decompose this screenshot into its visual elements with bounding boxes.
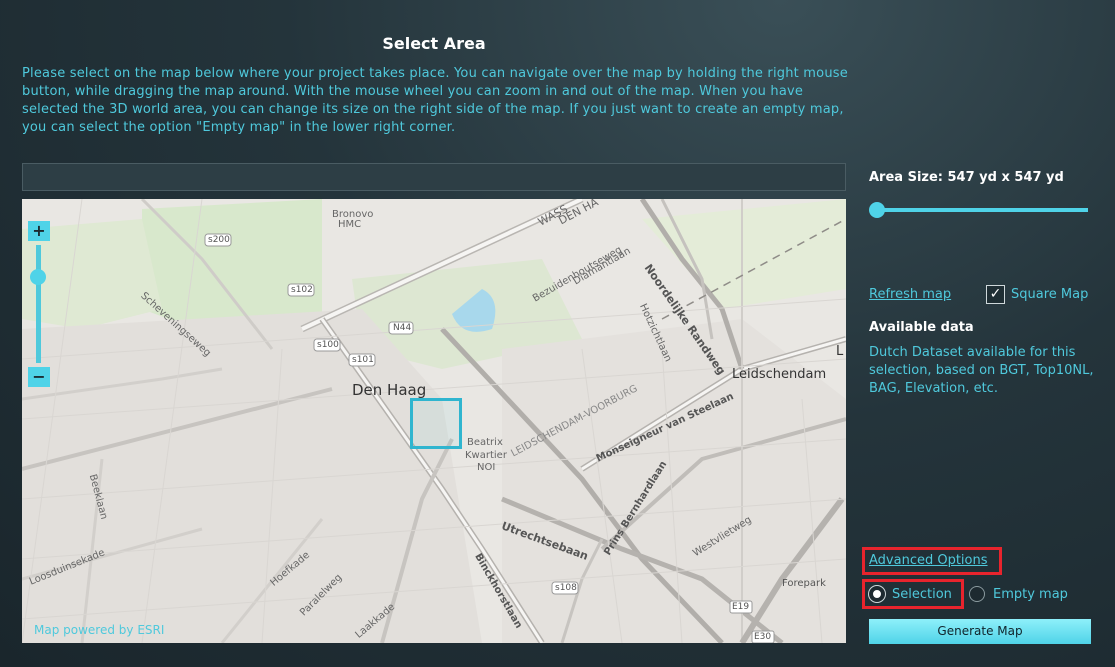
- road-shield: s102: [291, 285, 313, 295]
- empty-map-radio[interactable]: [969, 586, 985, 602]
- area-size-label: Area Size: 547 yd x 547 yd: [869, 170, 1064, 185]
- map-view[interactable]: s200 s102 N44 s100 s101 s108 E19 E30 HMC…: [22, 199, 846, 643]
- area-size-slider-track[interactable]: [876, 208, 1088, 212]
- road-shield: s108: [555, 583, 577, 593]
- map-attribution: Map powered by ESRI: [34, 623, 165, 637]
- selection-radio-label[interactable]: Selection: [892, 587, 952, 602]
- instructions-text: Please select on the map below where you…: [22, 66, 848, 135]
- available-data-title: Available data: [869, 320, 974, 335]
- page-title: Select Area: [382, 34, 486, 53]
- generate-map-button[interactable]: Generate Map: [869, 619, 1091, 644]
- selection-radio[interactable]: [869, 586, 885, 602]
- map-label: Bronovo: [332, 209, 374, 220]
- advanced-options-link[interactable]: Advanced Options: [869, 553, 988, 568]
- map-label: NOI: [477, 462, 496, 473]
- available-data-text: Dutch Dataset available for this selecti…: [869, 345, 1094, 396]
- zoom-slider-track[interactable]: [36, 245, 41, 363]
- road-shield: s100: [317, 340, 339, 350]
- road-shield: s200: [208, 235, 230, 245]
- map-label: Forepark: [782, 578, 826, 589]
- map-label: L: [836, 344, 844, 359]
- map-label: Beatrix: [467, 437, 503, 448]
- selection-area-box[interactable]: [410, 398, 462, 449]
- map-label: HMC: [338, 219, 362, 230]
- road-shield: N44: [393, 323, 412, 333]
- road-shield: E19: [732, 602, 750, 612]
- road-shield: s101: [352, 355, 374, 365]
- empty-map-radio-label[interactable]: Empty map: [993, 587, 1068, 602]
- road-shield: E30: [754, 632, 772, 642]
- map-label-city: Den Haag: [352, 381, 427, 399]
- location-search-input[interactable]: [22, 163, 846, 191]
- refresh-map-link[interactable]: Refresh map: [869, 287, 951, 302]
- square-map-label: Square Map: [1011, 287, 1089, 302]
- zoom-slider-handle[interactable]: [30, 269, 46, 285]
- map-label-city: Leidschendam: [732, 367, 827, 382]
- zoom-control: + −: [28, 221, 50, 387]
- map-label: Kwartier: [465, 450, 507, 461]
- square-map-checkbox[interactable]: ✓: [986, 285, 1005, 304]
- area-size-slider-handle[interactable]: [869, 202, 885, 218]
- zoom-out-button[interactable]: −: [28, 367, 50, 387]
- zoom-in-button[interactable]: +: [28, 221, 50, 241]
